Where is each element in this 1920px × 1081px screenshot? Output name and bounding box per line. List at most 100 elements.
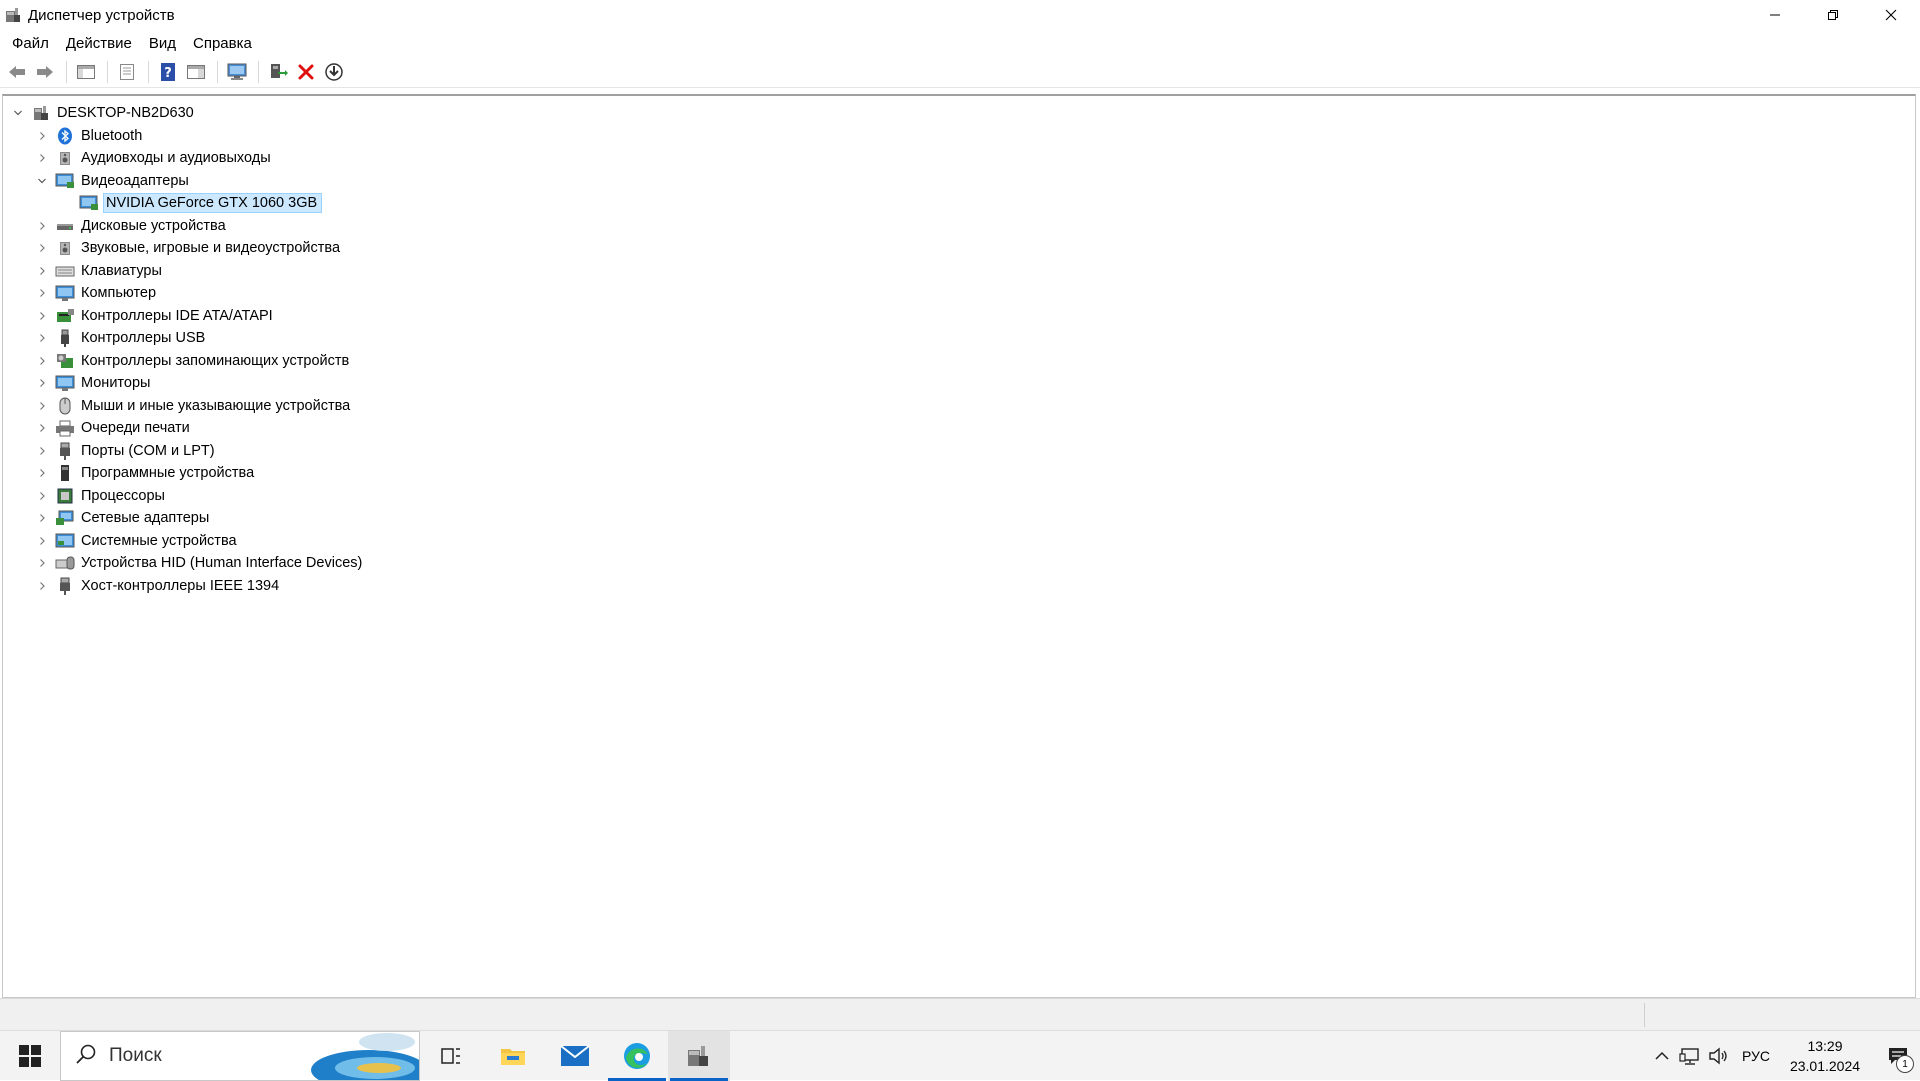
chevron-right-icon[interactable]: [35, 534, 49, 548]
tree-category[interactable]: Порты (COM и LPT): [11, 440, 366, 463]
toolbar-separator: [66, 60, 67, 83]
start-button[interactable]: [0, 1031, 60, 1081]
back-button[interactable]: [4, 59, 30, 85]
input-language[interactable]: РУС: [1742, 1048, 1770, 1064]
volume-button[interactable]: [1704, 1031, 1732, 1081]
chevron-right-icon[interactable]: [35, 129, 49, 143]
tree-category[interactable]: Контроллеры IDE ATA/ATAPI: [11, 305, 366, 328]
uninstall-device-button[interactable]: [293, 59, 319, 85]
system-device-icon: [55, 532, 75, 550]
chevron-right-icon[interactable]: [35, 151, 49, 165]
chevron-right-icon[interactable]: [35, 241, 49, 255]
network-icon: [1679, 1048, 1699, 1065]
restore-button[interactable]: [1804, 0, 1862, 30]
chevron-down-icon[interactable]: [11, 106, 25, 120]
action-center-button[interactable]: 1: [1876, 1031, 1920, 1081]
speaker-icon: [55, 149, 75, 167]
chevron-right-icon[interactable]: [35, 376, 49, 390]
computer-icon: [31, 104, 51, 122]
tree-device[interactable]: NVIDIA GeForce GTX 1060 3GB: [11, 192, 366, 215]
search-icon: [75, 1043, 97, 1070]
svg-text:?: ?: [164, 66, 172, 81]
chevron-right-icon[interactable]: [35, 444, 49, 458]
menu-help[interactable]: Справка: [185, 35, 261, 52]
close-button[interactable]: [1862, 0, 1920, 30]
taskbar-search[interactable]: [60, 1031, 420, 1081]
tree-category[interactable]: Процессоры: [11, 485, 366, 508]
clock-time: 13:29: [1807, 1038, 1843, 1054]
tree-category[interactable]: Очереди печати: [11, 417, 366, 440]
tree-category-label: Хост-контроллеры IEEE 1394: [81, 577, 280, 594]
mouse-icon: [55, 397, 75, 415]
edge-browser-button[interactable]: [606, 1031, 668, 1081]
tree-category-label: Клавиатуры: [81, 262, 162, 279]
tree-category-label: Контроллеры запоминающих устройств: [81, 352, 350, 369]
chevron-right-icon[interactable]: [35, 309, 49, 323]
title-bar: Диспетчер устройств: [0, 0, 1920, 30]
update-driver-button[interactable]: [265, 59, 291, 85]
search-input[interactable]: [107, 1044, 311, 1068]
file-explorer-button[interactable]: [482, 1031, 544, 1081]
show-hide-console-tree-button[interactable]: [73, 59, 99, 85]
minimize-button[interactable]: [1746, 0, 1804, 30]
tree-category[interactable]: Видеоадаптеры: [11, 170, 366, 193]
tree-category-label: Bluetooth: [81, 127, 143, 144]
menu-file[interactable]: Файл: [0, 35, 58, 52]
device-tree: DESKTOP-NB2D630 Bluetooth Аудиовходы и ау…: [11, 102, 366, 597]
task-view-button[interactable]: [420, 1031, 482, 1081]
window-title: Диспетчер устройств: [28, 6, 175, 24]
tree-category[interactable]: Bluetooth: [11, 125, 366, 148]
tree-category[interactable]: Клавиатуры: [11, 260, 366, 283]
keyboard-icon: [55, 262, 75, 280]
tree-category[interactable]: Системные устройства: [11, 530, 366, 553]
chevron-right-icon[interactable]: [35, 264, 49, 278]
tree-category[interactable]: Дисковые устройства: [11, 215, 366, 238]
help-button[interactable]: ?: [155, 59, 181, 85]
chevron-right-icon[interactable]: [35, 556, 49, 570]
tree-root[interactable]: DESKTOP-NB2D630: [11, 102, 366, 125]
chevron-down-icon[interactable]: [35, 174, 49, 188]
chevron-right-icon[interactable]: [35, 286, 49, 300]
tree-category[interactable]: Мониторы: [11, 372, 366, 395]
scan-hardware-button[interactable]: [224, 59, 250, 85]
chevron-right-icon[interactable]: [35, 331, 49, 345]
help-icon: ?: [161, 62, 175, 81]
port-icon: [55, 577, 75, 595]
clock[interactable]: 13:29 23.01.2024: [1780, 1036, 1870, 1076]
disable-device-button[interactable]: [321, 59, 347, 85]
tree-category[interactable]: Программные устройства: [11, 462, 366, 485]
tree-category[interactable]: Аудиовходы и аудиовыходы: [11, 147, 366, 170]
tree-category[interactable]: Контроллеры USB: [11, 327, 366, 350]
chevron-right-icon[interactable]: [35, 511, 49, 525]
tree-category[interactable]: Компьютер: [11, 282, 366, 305]
tree-category[interactable]: Мыши и иные указывающие устройства: [11, 395, 366, 418]
chevron-right-icon[interactable]: [35, 466, 49, 480]
tree-category[interactable]: Сетевые адаптеры: [11, 507, 366, 530]
chevron-right-icon[interactable]: [35, 354, 49, 368]
tree-category[interactable]: Контроллеры запоминающих устройств: [11, 350, 366, 373]
window-controls: [1746, 0, 1920, 30]
action-pane-button[interactable]: [183, 59, 209, 85]
properties-button[interactable]: [114, 59, 140, 85]
show-hidden-icons-button[interactable]: [1648, 1031, 1676, 1081]
window-pane-icon: [187, 64, 205, 79]
tree-category[interactable]: Хост-контроллеры IEEE 1394: [11, 575, 366, 598]
toolbar: ?: [0, 56, 1920, 88]
forward-button[interactable]: [32, 59, 58, 85]
download-arrow-icon: [325, 62, 343, 81]
chevron-right-icon[interactable]: [35, 579, 49, 593]
chevron-right-icon[interactable]: [35, 421, 49, 435]
status-bar: [0, 998, 1920, 1031]
device-manager-taskbar-button[interactable]: [668, 1031, 730, 1081]
tree-category[interactable]: Звуковые, игровые и видеоустройства: [11, 237, 366, 260]
chevron-right-icon[interactable]: [35, 489, 49, 503]
tree-category[interactable]: Устройства HID (Human Interface Devices): [11, 552, 366, 575]
network-button[interactable]: [1676, 1031, 1704, 1081]
update-driver-icon: [271, 63, 288, 78]
chevron-right-icon[interactable]: [35, 399, 49, 413]
menu-action[interactable]: Действие: [58, 35, 141, 52]
mail-button[interactable]: [544, 1031, 606, 1081]
menu-view[interactable]: Вид: [141, 35, 185, 52]
chevron-right-icon[interactable]: [35, 219, 49, 233]
